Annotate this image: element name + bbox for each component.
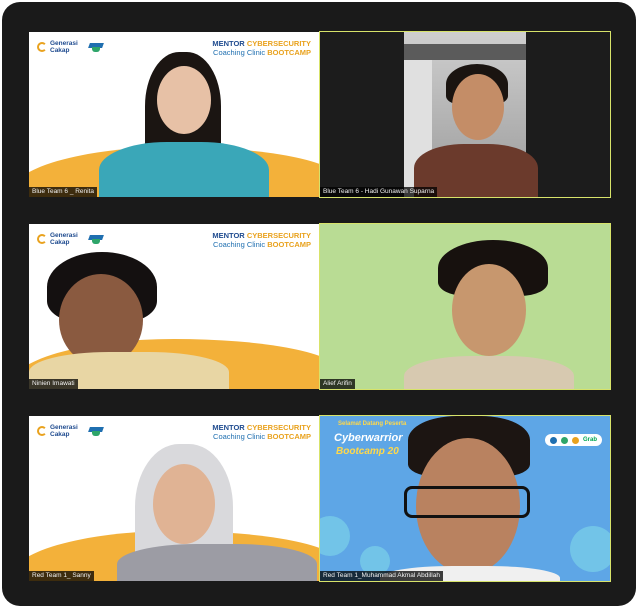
video-tile-6[interactable]: Selamat Datang Peserta Cyberwarrior Boot…	[319, 415, 611, 582]
participant-name: Blue Team 6 - Hadi Gunawan Suparna	[320, 187, 438, 197]
headline-clinic: Coaching Clinic	[213, 47, 266, 57]
logo-line1: Generasi	[50, 232, 78, 239]
video-tile-5[interactable]: Generasi Cakap MENTOR CYBERSECURITY Coach…	[29, 416, 319, 581]
headline-clinic: Coaching Clinic	[213, 431, 266, 441]
sponsor-logo-icon	[560, 436, 568, 444]
participant-name: Alief Arifin	[320, 379, 355, 389]
generasi-cakap-logo: Generasi Cakap	[37, 232, 104, 246]
headline-bootcamp: BOOTCAMP	[267, 431, 311, 441]
logo-mark-icon	[37, 42, 47, 52]
sponsor-grab: Grab	[582, 437, 597, 443]
event-headline: MENTOR CYBERSECURITY Coaching Clinic BOO…	[212, 39, 311, 57]
graduation-cap-icon	[87, 41, 104, 53]
logo-line2: Cakap	[50, 47, 70, 54]
headline-clinic: Coaching Clinic	[213, 239, 266, 249]
generasi-cakap-logo: Generasi Cakap	[37, 424, 104, 438]
banner-title-1: Cyberwarrior	[334, 432, 403, 444]
headline-bootcamp: BOOTCAMP	[267, 239, 311, 249]
sponsor-logo-icon	[571, 436, 579, 444]
logo-line2: Cakap	[50, 239, 70, 246]
participant-name: Ninien Imawati	[29, 379, 78, 389]
logo-line1: Generasi	[50, 40, 78, 47]
banner-title-2: Bootcamp 20	[336, 446, 399, 457]
meeting-gallery: Generasi Cakap MENTOR CYBERSECURITY Coach…	[2, 2, 636, 606]
banner-welcome: Selamat Datang Peserta	[338, 421, 407, 427]
logo-line1: Generasi	[50, 424, 78, 431]
logo-mark-icon	[37, 426, 47, 436]
video-tile-3[interactable]: Generasi Cakap MENTOR CYBERSECURITY Coach…	[29, 224, 319, 389]
event-headline: MENTOR CYBERSECURITY Coaching Clinic BOO…	[212, 423, 311, 441]
logo-line2: Cakap	[50, 431, 70, 438]
event-headline: MENTOR CYBERSECURITY Coaching Clinic BOO…	[212, 231, 311, 249]
participant-name: Red Team 1_Muhammad Akmal Abdillah	[320, 571, 443, 581]
video-tile-1[interactable]: Generasi Cakap MENTOR CYBERSECURITY Coach…	[29, 32, 319, 197]
participant-name: Blue Team 6 _ Renita	[29, 187, 98, 197]
glasses-icon	[404, 486, 530, 518]
participant-name: Red Team 1_ Sanny	[29, 571, 94, 581]
logo-mark-icon	[37, 234, 47, 244]
generasi-cakap-logo: Generasi Cakap	[37, 40, 104, 54]
video-tile-2[interactable]: Blue Team 6 - Hadi Gunawan Suparna	[319, 31, 611, 198]
headline-bootcamp: BOOTCAMP	[267, 47, 311, 57]
sponsor-logo-icon	[549, 436, 557, 444]
graduation-cap-icon	[87, 233, 104, 245]
video-tile-4[interactable]: Alief Arifin	[319, 223, 611, 390]
graduation-cap-icon	[87, 425, 104, 437]
sponsor-strip: Grab	[544, 434, 602, 446]
